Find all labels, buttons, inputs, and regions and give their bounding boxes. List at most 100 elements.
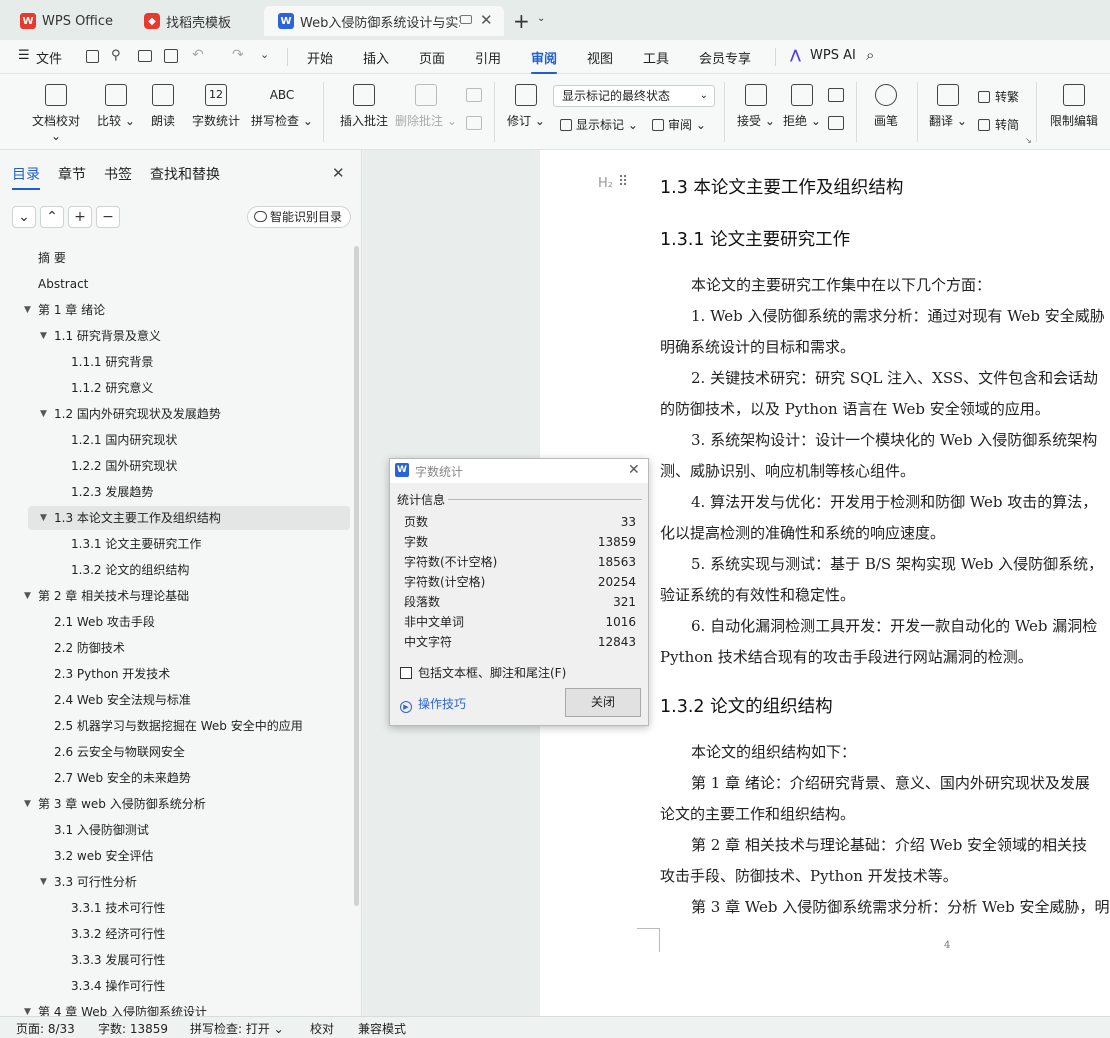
toc-item[interactable]: 3.3.1 技术可行性: [71, 896, 165, 920]
menu-home[interactable]: 开始: [307, 48, 333, 67]
toc-item[interactable]: 2.3 Python 开发技术: [54, 662, 170, 686]
redo-icon[interactable]: ↷: [232, 47, 244, 63]
toc-toggle-icon[interactable]: ▼: [40, 409, 47, 419]
next-comment-icon[interactable]: [466, 116, 482, 130]
menu-insert[interactable]: 插入: [363, 48, 389, 67]
print-icon[interactable]: [138, 50, 152, 62]
add-heading-button[interactable]: +: [68, 206, 92, 228]
toc-item[interactable]: 1.3.2 论文的组织结构: [71, 558, 189, 582]
close-pane-icon[interactable]: ✕: [332, 164, 345, 182]
pen-button[interactable]: 画笔: [856, 84, 916, 129]
markup-state-select[interactable]: 显示标记的最终状态 ⌄: [553, 85, 715, 107]
toc-item[interactable]: 1.3 本论文主要工作及组织结构: [54, 506, 221, 530]
to-simplified-button[interactable]: 转简: [978, 116, 1019, 133]
toc-item[interactable]: 3.2 web 安全评估: [54, 844, 154, 868]
collapse-down-button[interactable]: ⌄: [12, 206, 36, 228]
status-proofread[interactable]: 校对: [310, 1020, 334, 1037]
next-change-icon[interactable]: [828, 116, 844, 130]
toc-item[interactable]: Abstract: [38, 272, 88, 296]
tab-docer-templates[interactable]: ◆ 找稻壳模板: [130, 6, 258, 36]
toc-item[interactable]: 第 1 章 绪论: [38, 298, 105, 322]
drag-handle-icon[interactable]: ⠿: [618, 174, 628, 190]
new-tab-icon[interactable]: +: [513, 9, 530, 33]
include-footnotes-checkbox[interactable]: 包括文本框、脚注和尾注(F): [400, 664, 566, 681]
toc-item[interactable]: 1.3.1 论文主要研究工作: [71, 532, 201, 556]
toc-item[interactable]: 3.3.2 经济可行性: [71, 922, 165, 946]
status-spell-check[interactable]: 拼写检查: 打开 ⌄: [190, 1020, 284, 1037]
menu-view[interactable]: 视图: [587, 48, 613, 67]
toc-item[interactable]: 3.3.3 发展可行性: [71, 948, 165, 972]
toc-item[interactable]: 1.2 国内外研究现状及发展趋势: [54, 402, 221, 426]
toc-item[interactable]: 1.1.1 研究背景: [71, 350, 153, 374]
menu-tools[interactable]: 工具: [643, 48, 669, 67]
search-icon[interactable]: ⌕: [866, 46, 874, 64]
prev-change-icon[interactable]: [828, 88, 844, 102]
remove-heading-button[interactable]: −: [96, 206, 120, 228]
reject-button[interactable]: 拒绝 ⌄: [772, 84, 832, 129]
hamburger-icon[interactable]: ☰: [18, 48, 30, 63]
menu-review[interactable]: 审阅: [531, 48, 558, 74]
tab-bookmarks[interactable]: 书签: [104, 164, 132, 184]
read-aloud-button[interactable]: 朗读: [133, 84, 193, 129]
menu-page[interactable]: 页面: [419, 48, 445, 67]
toc-item[interactable]: 2.4 Web 安全法规与标准: [54, 688, 191, 712]
close-dialog-icon[interactable]: ✕: [628, 462, 640, 478]
menu-wps-ai[interactable]: WPS AI: [810, 48, 856, 63]
tab-current-document[interactable]: W Web入侵防御系统设计与实现 ✕: [264, 6, 504, 36]
smart-toc-button[interactable]: 智能识别目录: [247, 206, 351, 228]
heading-level-marker[interactable]: H₂: [598, 176, 613, 191]
close-tab-icon[interactable]: ✕: [480, 11, 493, 29]
toc-item[interactable]: 1.1.2 研究意义: [71, 376, 153, 400]
to-traditional-button[interactable]: 转繁: [978, 88, 1019, 105]
doc-check-button[interactable]: 文档校对 ⌄: [26, 84, 86, 143]
close-button[interactable]: 关闭: [565, 688, 641, 717]
menu-file[interactable]: 文件: [36, 48, 62, 67]
undo-icon[interactable]: ↶: [192, 47, 204, 63]
collapse-up-button[interactable]: ⌃: [40, 206, 64, 228]
toc-item[interactable]: 3.3 可行性分析: [54, 870, 137, 894]
status-words[interactable]: 字数: 13859: [98, 1020, 168, 1037]
word-count-button[interactable]: 12 字数统计: [186, 84, 246, 129]
toc-item[interactable]: 3.1 入侵防御测试: [54, 818, 149, 842]
restrict-edit-button[interactable]: 限制编辑: [1044, 84, 1104, 129]
toc-item[interactable]: 1.2.1 国内研究现状: [71, 428, 177, 452]
spell-check-button[interactable]: ABC 拼写检查 ⌄: [249, 84, 315, 129]
show-markup-button[interactable]: 显示标记 ⌄: [560, 116, 638, 133]
status-page[interactable]: 页面: 8/33: [16, 1020, 75, 1037]
menu-references[interactable]: 引用: [475, 48, 501, 67]
toc-item[interactable]: 摘 要: [38, 246, 66, 270]
toc-item[interactable]: 3.3.4 操作可行性: [71, 974, 165, 998]
tab-wps-office[interactable]: W WPS Office: [6, 6, 124, 36]
checkbox-box[interactable]: [400, 667, 412, 679]
menu-membership[interactable]: 会员专享: [699, 48, 751, 67]
toc-toggle-icon[interactable]: ▼: [24, 799, 31, 809]
toc-item[interactable]: 2.2 防御技术: [54, 636, 125, 660]
print-preview-icon[interactable]: [164, 49, 178, 63]
toc-item[interactable]: 第 2 章 相关技术与理论基础: [38, 584, 189, 608]
toc-scrollbar[interactable]: [354, 246, 359, 906]
link-icon[interactable]: ⚲: [111, 48, 121, 63]
toc-item[interactable]: 1.1 研究背景及意义: [54, 324, 161, 348]
toc-toggle-icon[interactable]: ▼: [40, 877, 47, 887]
tab-toc[interactable]: 目录: [12, 164, 40, 190]
insert-comment-button[interactable]: 插入批注: [334, 84, 394, 129]
revise-button[interactable]: 修订 ⌄: [496, 84, 556, 129]
chevron-down-icon[interactable]: ⌄: [537, 13, 545, 24]
toc-toggle-icon[interactable]: ▼: [24, 305, 31, 315]
dialog-launcher-icon[interactable]: ↘: [1025, 136, 1032, 145]
toc-item[interactable]: 2.5 机器学习与数据挖掘在 Web 安全中的应用: [54, 714, 303, 738]
toc-item[interactable]: 2.7 Web 安全的未来趋势: [54, 766, 191, 790]
toc-toggle-icon[interactable]: ▼: [40, 513, 47, 523]
chevron-down-icon[interactable]: ⌄: [260, 48, 269, 61]
save-icon[interactable]: [86, 50, 99, 63]
delete-comment-button[interactable]: 删除批注 ⌄: [394, 84, 458, 129]
review-pane-button[interactable]: 审阅 ⌄: [652, 116, 706, 133]
tab-find-replace[interactable]: 查找和替换: [150, 164, 220, 184]
tab-sections[interactable]: 章节: [58, 164, 86, 184]
dialog-titlebar[interactable]: W 字数统计 ✕: [390, 459, 648, 483]
toc-toggle-icon[interactable]: ▼: [40, 331, 47, 341]
toc-item[interactable]: 2.1 Web 攻击手段: [54, 610, 155, 634]
toc-item[interactable]: 第 3 章 web 入侵防御系统分析: [38, 792, 206, 816]
toc-item[interactable]: 2.6 云安全与物联网安全: [54, 740, 185, 764]
wps-ai-icon[interactable]: ⋀: [790, 48, 801, 63]
